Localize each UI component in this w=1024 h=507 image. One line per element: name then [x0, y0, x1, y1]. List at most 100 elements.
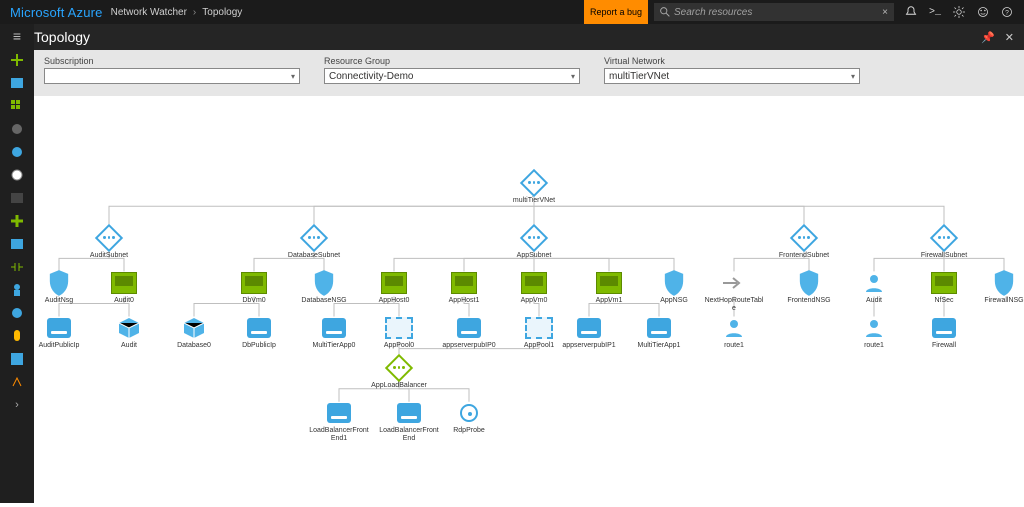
- nav-item-icon[interactable]: [10, 191, 24, 205]
- subscription-label: Subscription: [44, 56, 300, 66]
- nav-item-icon[interactable]: [10, 214, 24, 228]
- node-nsg[interactable]: AuditNsg: [29, 271, 89, 305]
- breadcrumb-item[interactable]: Network Watcher: [111, 7, 187, 18]
- node-vm[interactable]: AppVm1: [579, 271, 639, 305]
- search-input[interactable]: Search resources ×: [654, 3, 894, 21]
- node-nsg[interactable]: FrontendNSG: [779, 271, 839, 305]
- menu-icon[interactable]: ≡: [13, 28, 21, 44]
- node-subnet-app[interactable]: AppSubnet: [504, 226, 564, 260]
- node-vnet[interactable]: multiTierVNet: [504, 171, 564, 205]
- vm-icon: [521, 272, 547, 294]
- node-vm[interactable]: Audit0: [94, 271, 154, 305]
- node-frontend-ip[interactable]: LoadBalancerFrontEnd1: [309, 401, 369, 442]
- node-subnet-audit[interactable]: AuditSubnet: [79, 226, 139, 260]
- node-vm[interactable]: AppVm0: [504, 271, 564, 305]
- vm-icon: [381, 272, 407, 294]
- chevron-right-icon: ›: [193, 7, 196, 18]
- nav-item-icon[interactable]: [10, 375, 24, 389]
- nav-item-icon[interactable]: [10, 122, 24, 136]
- user-icon: [725, 319, 743, 337]
- resource-group-label: Resource Group: [324, 56, 580, 66]
- node-nsg[interactable]: DatabaseNSG: [294, 271, 354, 305]
- search-icon: [660, 7, 670, 17]
- shield-icon: [313, 270, 335, 296]
- node-publicip[interactable]: appserverpubIP0: [439, 316, 499, 350]
- shield-icon: [993, 270, 1015, 296]
- pool-icon: [525, 317, 553, 339]
- node-subnet-database[interactable]: DatabaseSubnet: [284, 226, 344, 260]
- pin-icon[interactable]: 📌: [981, 31, 995, 44]
- ip-icon: [647, 318, 671, 338]
- node-vm[interactable]: AppHost1: [434, 271, 494, 305]
- node-route[interactable]: route1: [844, 316, 904, 350]
- notifications-icon[interactable]: [904, 5, 918, 19]
- nav-item-icon[interactable]: [10, 76, 24, 90]
- nav-new-icon[interactable]: [10, 53, 24, 67]
- node-route-table[interactable]: NextHopRouteTable: [704, 271, 764, 312]
- search-placeholder: Search resources: [674, 7, 882, 18]
- settings-icon[interactable]: [952, 5, 966, 19]
- node-vm[interactable]: DbVm0: [224, 271, 284, 305]
- cube-icon: [183, 317, 205, 339]
- nav-item-icon[interactable]: [10, 329, 24, 343]
- ip-icon: [577, 318, 601, 338]
- close-icon[interactable]: ✕: [1005, 31, 1014, 44]
- node-route[interactable]: route1: [704, 316, 764, 350]
- topology-canvas[interactable]: multiTierVNet AuditSubnet DatabaseSubnet…: [34, 96, 1024, 507]
- nav-item-icon[interactable]: [10, 168, 24, 182]
- node-nic[interactable]: Audit: [99, 316, 159, 350]
- node-nic[interactable]: Database0: [164, 316, 224, 350]
- help-icon[interactable]: ?: [1000, 5, 1014, 19]
- node-user[interactable]: Audit: [844, 271, 904, 305]
- ip-icon: [932, 318, 956, 338]
- node-backend-pool[interactable]: AppPool0: [369, 316, 429, 350]
- report-bug-button[interactable]: Report a bug: [584, 0, 648, 24]
- subscription-select[interactable]: ▾: [44, 68, 300, 84]
- cloud-shell-icon[interactable]: >_: [928, 5, 942, 19]
- node-subnet-frontend[interactable]: FrontendSubnet: [774, 226, 834, 260]
- nav-item-icon[interactable]: [10, 283, 24, 297]
- page-title: Topology: [34, 29, 90, 45]
- nav-item-icon[interactable]: [10, 352, 24, 366]
- ip-icon: [327, 403, 351, 423]
- clear-icon[interactable]: ×: [882, 7, 888, 18]
- vm-icon: [451, 272, 477, 294]
- resource-group-select[interactable]: Connectivity-Demo▾: [324, 68, 580, 84]
- node-probe[interactable]: RdpProbe: [439, 401, 499, 435]
- node-vm[interactable]: NfSec: [914, 271, 974, 305]
- brand[interactable]: Microsoft Azure: [0, 5, 111, 20]
- vm-icon: [241, 272, 267, 294]
- node-subnet-firewall[interactable]: FirewallSubnet: [914, 226, 974, 260]
- node-publicip[interactable]: Firewall: [914, 316, 974, 350]
- virtual-network-label: Virtual Network: [604, 56, 860, 66]
- chevron-down-icon: ▾: [571, 72, 575, 81]
- ip-icon: [322, 318, 346, 338]
- node-nsg[interactable]: AppNSG: [644, 271, 704, 305]
- virtual-network-select[interactable]: multiTierVNet▾: [604, 68, 860, 84]
- node-load-balancer[interactable]: AppLoadBalancer: [369, 356, 429, 390]
- node-vm[interactable]: AppHost0: [364, 271, 424, 305]
- node-publicip[interactable]: MultiTierApp1: [629, 316, 689, 350]
- node-nsg[interactable]: FirewallNSG: [974, 271, 1024, 305]
- breadcrumb-item[interactable]: Topology: [202, 7, 242, 18]
- shield-icon: [798, 270, 820, 296]
- nav-item-icon[interactable]: [10, 237, 24, 251]
- nav-item-icon[interactable]: [10, 306, 24, 320]
- shield-icon: [663, 270, 685, 296]
- node-frontend-ip[interactable]: LoadBalancerFrontEnd: [379, 401, 439, 442]
- nav-item-icon[interactable]: [10, 99, 24, 113]
- nav-more-icon[interactable]: ›: [10, 398, 24, 412]
- feedback-icon[interactable]: [976, 5, 990, 19]
- probe-icon: [460, 404, 478, 422]
- nav-item-icon[interactable]: [10, 260, 24, 274]
- nav-item-icon[interactable]: [10, 145, 24, 159]
- svg-text:?: ?: [1005, 9, 1009, 16]
- route-table-icon: [723, 276, 745, 290]
- node-publicip[interactable]: AuditPublicIp: [29, 316, 89, 350]
- node-publicip[interactable]: MultiTierApp0: [304, 316, 364, 350]
- user-icon: [865, 319, 883, 337]
- node-publicip[interactable]: DbPublicIp: [229, 316, 289, 350]
- node-publicip[interactable]: appserverpubIP1: [559, 316, 619, 350]
- breadcrumb: Network Watcher › Topology: [111, 7, 243, 18]
- chevron-down-icon: ▾: [291, 72, 295, 81]
